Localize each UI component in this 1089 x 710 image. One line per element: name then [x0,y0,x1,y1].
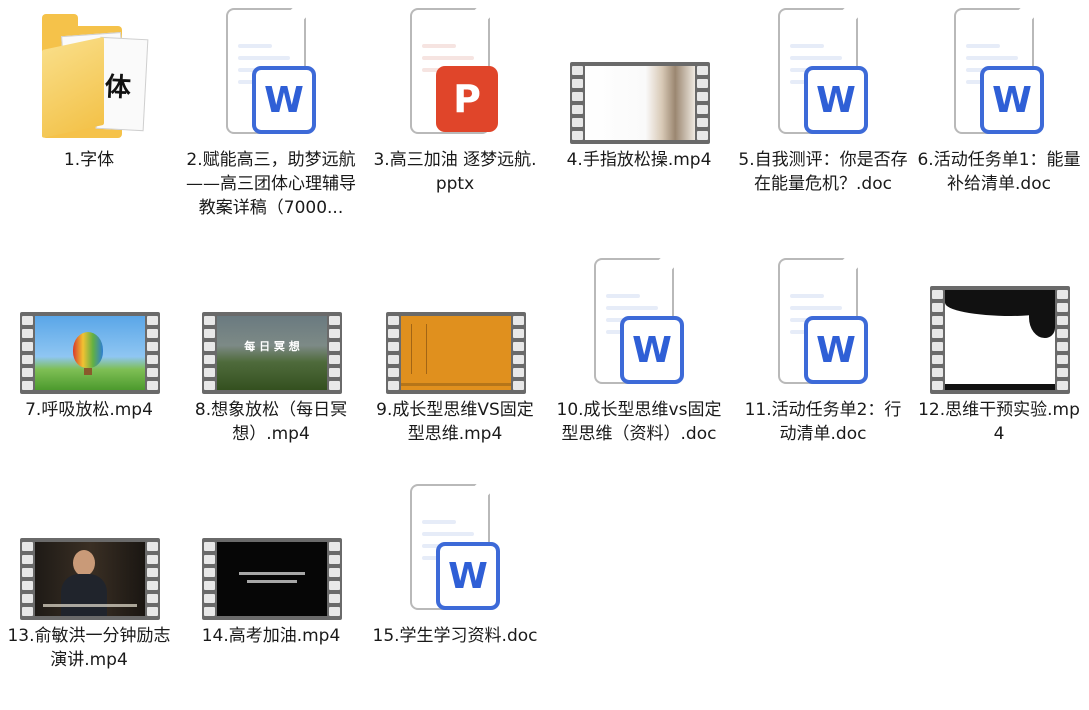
file-name: 5.自我测评：你是否存在能量危机？.doc [738,150,908,194]
file-item-doc-15[interactable]: W 15.学生学习资料.doc [370,478,540,710]
video-thumbnail-icon [386,312,526,394]
word-document-icon: W [588,252,700,386]
file-name: 10.成长型思维vs固定型思维（资料）.doc [556,400,722,444]
file-item-doc-5[interactable]: W 5.自我测评：你是否存在能量危机？.doc [738,2,908,234]
file-item-video-4[interactable]: 4.手指放松操.mp4 [554,4,724,234]
file-name: 8.想象放松（每日冥想）.mp4 [194,400,348,444]
word-document-icon: W [948,2,1060,136]
video-thumbnail-icon [202,538,342,620]
file-name: 2.赋能高三，助梦远航——高三团体心理辅导教案详稿（7000... [186,150,356,218]
word-document-icon: W [404,478,516,612]
file-item-fonts-folder[interactable]: 高体 体 1.字体 [4,4,174,234]
file-name: 4.手指放松操.mp4 [566,150,712,170]
file-name: 12.思维干预实验.mp4 [918,400,1080,444]
file-item-video-9[interactable]: 9.成长型思维VS固定型思维.mp4 [370,254,540,484]
folder-icon: 高体 体 [42,14,149,138]
video-thumbnail-icon [570,62,710,144]
file-item-pptx-3[interactable]: P 3.高三加油 逐梦远航.pptx [370,2,540,234]
powerpoint-icon: P [404,2,516,136]
file-name: 6.活动任务单1：能量补给清单.doc [917,150,1081,194]
video-thumbnail-icon [20,538,160,620]
file-item-doc-10[interactable]: W 10.成长型思维vs固定型思维（资料）.doc [554,252,724,484]
word-document-icon: W [772,252,884,386]
file-name: 13.俞敏洪一分钟励志演讲.mp4 [7,626,171,670]
file-item-video-14[interactable]: 14.高考加油.mp4 [186,480,356,710]
file-name: 3.高三加油 逐梦远航.pptx [373,150,537,194]
file-item-video-13[interactable]: 13.俞敏洪一分钟励志演讲.mp4 [4,480,174,710]
video-thumbnail-icon [20,312,160,394]
video-thumbnail-icon [930,286,1070,394]
word-document-icon: W [772,2,884,136]
word-document-icon: W [220,2,332,136]
file-name: 9.成长型思维VS固定型思维.mp4 [376,400,534,444]
file-item-doc-6[interactable]: W 6.活动任务单1：能量补给清单.doc [914,2,1084,234]
file-name: 14.高考加油.mp4 [201,626,341,646]
file-item-video-7[interactable]: 7.呼吸放松.mp4 [4,254,174,484]
video-thumbnail-icon: 每 日 冥 想 [202,312,342,394]
file-name: 15.学生学习资料.doc [372,626,538,646]
file-item-video-8[interactable]: 每 日 冥 想 8.想象放松（每日冥想）.mp4 [186,254,356,484]
file-item-doc-11[interactable]: W 11.活动任务单2：行动清单.doc [738,252,908,484]
file-name: 11.活动任务单2：行动清单.doc [744,400,902,444]
file-name: 7.呼吸放松.mp4 [25,400,153,420]
file-item-video-12[interactable]: 12.思维干预实验.mp4 [914,254,1084,484]
file-name: 1.字体 [63,150,115,170]
video-overlay-title: 每 日 冥 想 [244,340,300,353]
file-item-doc-2[interactable]: W 2.赋能高三，助梦远航——高三团体心理辅导教案详稿（7000... [186,2,356,234]
